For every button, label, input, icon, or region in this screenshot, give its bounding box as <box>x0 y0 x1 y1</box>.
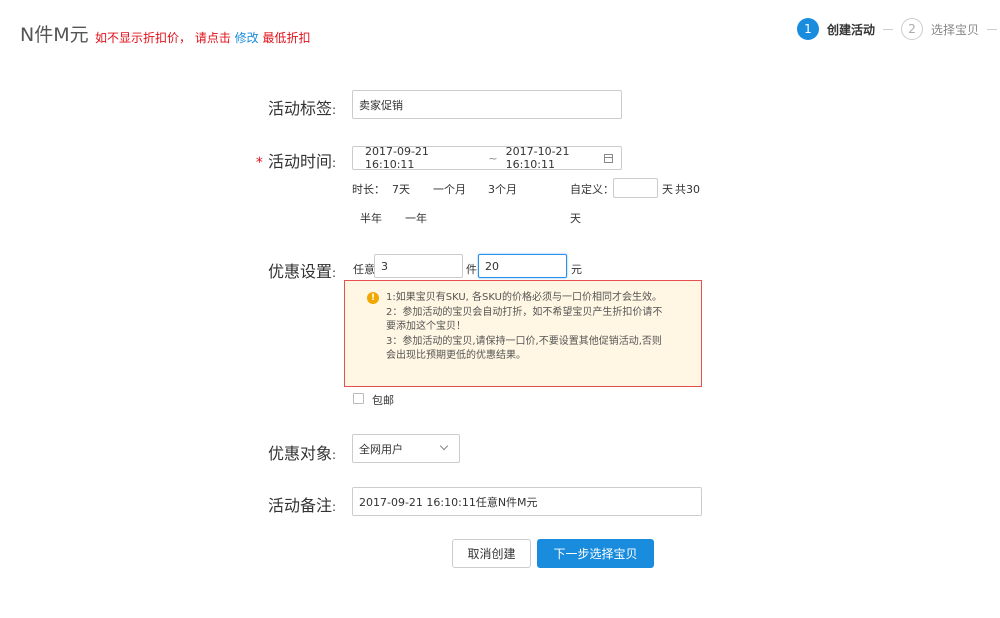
notice-suffix: 最低折扣 <box>262 31 311 45</box>
tag-label-text: 活动标签 <box>267 99 332 118</box>
preset-3-months[interactable]: 3个月 <box>488 181 517 197</box>
custom-days-input[interactable] <box>613 178 658 198</box>
duration-label: 时长： <box>352 183 385 196</box>
warning-line-2: 2：参加活动的宝贝会自动打折，如不希望宝贝产生折扣价请不要添加这个宝贝！ <box>386 306 663 333</box>
step-1-number: 1 <box>797 18 819 40</box>
next-step-button[interactable]: 下一步选择宝贝 <box>537 539 654 568</box>
date-range-picker[interactable]: 2017-09-21 16:10:11 ~ 2017-10-21 16:10:1… <box>352 145 622 171</box>
target-label-text: 优惠对象 <box>267 444 332 463</box>
preset-1-month[interactable]: 一个月 <box>433 181 466 197</box>
price-value: 20 <box>485 259 499 273</box>
remark-input-value: 2017-09-21 16:10:11任意N件M元 <box>359 495 538 509</box>
tag-input[interactable]: 卖家促销 <box>352 90 622 119</box>
remark-label: 活动备注: <box>236 492 336 516</box>
discount-warning-box: ! 1:如果宝贝有SKU, 各SKU的价格必须与一口价相同才会生效。 2：参加活… <box>344 280 702 387</box>
target-selected-value: 全网用户 <box>359 442 403 456</box>
date-separator: ~ <box>488 151 498 165</box>
remark-input[interactable]: 2017-09-21 16:10:11任意N件M元 <box>352 487 702 516</box>
warning-text: 1:如果宝贝有SKU, 各SKU的价格必须与一口价相同才会生效。 2：参加活动的… <box>386 291 666 364</box>
total-days: 共30 <box>675 183 700 196</box>
step-indicator: 1 创建活动 2 选择宝贝 <box>797 17 998 41</box>
price-input[interactable]: 20 <box>478 254 567 278</box>
preset-7-days[interactable]: 7天 <box>392 181 410 197</box>
any-prefix: 任意 <box>353 263 375 276</box>
total-days-unit: 天 <box>570 212 581 225</box>
quantity-input[interactable]: 3 <box>374 254 463 278</box>
free-shipping-label: 包邮 <box>372 394 394 407</box>
step-2-number: 2 <box>901 18 924 40</box>
warning-icon: ! <box>367 292 379 304</box>
discount-label-text: 优惠设置 <box>267 262 332 281</box>
free-shipping-checkbox[interactable] <box>353 393 364 404</box>
step-connector-tail <box>987 28 998 30</box>
quantity-unit: 件 <box>466 263 477 276</box>
step-1-label: 创建活动 <box>827 22 876 37</box>
required-mark: * <box>255 155 263 171</box>
date-start: 2017-09-21 16:10:11 <box>365 145 429 171</box>
step-2-label: 选择宝贝 <box>931 22 980 37</box>
preset-1-year[interactable]: 一年 <box>405 210 427 226</box>
price-unit: 元 <box>571 263 582 276</box>
warning-line-3: 3：参加活动的宝贝,请保持一口价,不要设置其他促销活动,否则会出现比预期更低的优… <box>386 335 662 362</box>
tag-input-value: 卖家促销 <box>359 98 403 112</box>
discount-notice: 如不显示折扣价， 请点击 修改 最低折扣 <box>95 29 311 46</box>
discount-label: 优惠设置: <box>236 258 336 282</box>
target-label-colon: : <box>331 448 336 462</box>
page-title: N件M元 <box>20 24 89 46</box>
remark-label-colon: : <box>331 500 336 514</box>
custom-unit: 天 <box>662 183 673 196</box>
target-label: 优惠对象: <box>236 440 336 464</box>
preset-half-year[interactable]: 半年 <box>360 210 382 226</box>
notice-prefix: 如不显示折扣价， 请点击 <box>95 31 231 45</box>
time-label-text: 活动时间 <box>267 152 332 171</box>
chevron-down-icon <box>439 441 449 451</box>
tag-label-colon: : <box>331 103 336 117</box>
step-connector <box>883 28 894 30</box>
custom-label: 自定义： <box>570 183 614 196</box>
time-label: * 活动时间: <box>236 148 336 172</box>
modify-link[interactable]: 修改 <box>235 31 259 45</box>
calendar-icon[interactable] <box>604 154 613 163</box>
discount-label-colon: : <box>331 266 336 280</box>
target-select[interactable]: 全网用户 <box>352 434 460 463</box>
cancel-button[interactable]: 取消创建 <box>452 539 531 568</box>
warning-line-1: 1:如果宝贝有SKU, 各SKU的价格必须与一口价相同才会生效。 <box>386 292 663 303</box>
time-label-colon: : <box>331 156 336 170</box>
remark-label-text: 活动备注 <box>267 496 332 515</box>
quantity-value: 3 <box>381 259 388 273</box>
tag-label: 活动标签: <box>236 95 336 119</box>
